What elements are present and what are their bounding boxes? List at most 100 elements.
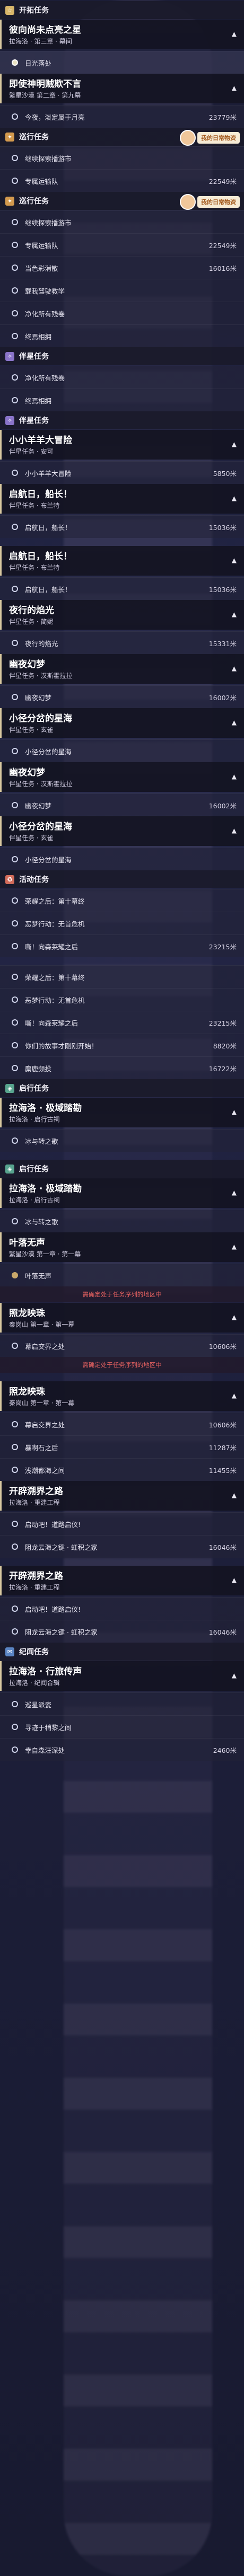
category-header[interactable]: ◈ 启行任务	[0, 1079, 244, 1097]
quest-card[interactable]: 小径分岔的星海 伴星任务 · 玄雀 ▲	[0, 816, 244, 846]
category-label: 纪闻任务	[19, 1648, 49, 1656]
quest-step[interactable]: 荣耀之后：第十幕终	[0, 965, 244, 988]
collapse-chevron-icon[interactable]: ▲	[232, 1243, 237, 1250]
quest-card[interactable]: 幽夜幻梦 伴星任务 · 汉斯霍拉拉 ▲	[0, 762, 244, 792]
quest-step[interactable]: 巡星派瓷	[0, 1692, 244, 1715]
quest-card[interactable]: 小小羊羊大冒险 伴星任务 · 安可 ▲	[0, 430, 244, 460]
step-label: 今夜，淡定属于月亮	[25, 113, 85, 121]
quest-step[interactable]: 恶梦行动：无首危机	[0, 912, 244, 934]
quest-step[interactable]: 幸自森汪深处 2460米	[0, 1738, 244, 1761]
quest-step[interactable]: 继续探索播游市	[0, 210, 244, 233]
quest-card[interactable]: 幽夜幻梦 伴星任务 · 汉斯霍拉拉 ▲	[0, 654, 244, 684]
quest-step[interactable]: 嘶！向森莱耀之后 23215米	[0, 1011, 244, 1034]
quest-card[interactable]: 照龙映珠 秦岗山 第一章 · 第一幕 ▲	[0, 1303, 244, 1333]
quest-step[interactable]: 小径分岔的星海	[0, 848, 244, 870]
quest-step[interactable]: 终焉相拥	[0, 324, 244, 347]
category-header[interactable]: ✧ 伴星任务	[0, 411, 244, 429]
quest-card[interactable]: 彼向尚未点亮之星 拉海洛 · 第三章 · 幕间 ▲	[0, 20, 244, 49]
quest-step[interactable]: 启动吧！道路启仪!	[0, 1597, 244, 1620]
collapse-chevron-icon[interactable]: ▲	[232, 719, 237, 726]
quest-step[interactable]: 夜行的焰光 15331米	[0, 631, 244, 654]
quest-step[interactable]: 幕启交界之处 10606米	[0, 1413, 244, 1435]
category-header[interactable]: ✦ 巡行任务 我的日常物资	[0, 128, 244, 146]
quest-step[interactable]: 寻迹于稍黎之间	[0, 1715, 244, 1738]
collapse-chevron-icon[interactable]: ▲	[232, 1672, 237, 1679]
quest-card[interactable]: 开辟溯界之路 拉海洛 · 重建工程 ▲	[0, 1566, 244, 1595]
collapse-chevron-icon[interactable]: ▲	[232, 1189, 237, 1196]
quest-step[interactable]: 小径分岔的星海	[0, 739, 244, 762]
quest-step[interactable]: 净化所有残卷	[0, 302, 244, 324]
step-distance: 16722米	[208, 1064, 237, 1073]
collapse-chevron-icon[interactable]: ▲	[232, 1492, 237, 1499]
quest-step[interactable]: 专属运输队 22549米	[0, 233, 244, 256]
collapse-chevron-icon[interactable]: ▲	[232, 665, 237, 672]
quest-step[interactable]: 嘶！向森莱耀之后 23215米	[0, 934, 244, 957]
quest-step[interactable]: 日光落处	[0, 51, 244, 74]
step-distance: 16002米	[208, 801, 237, 810]
category-header[interactable]: ◈ 启行任务	[0, 1160, 244, 1178]
quest-card[interactable]: 启航日，船长！ 伴星任务 · 布兰特 ▲	[0, 484, 244, 514]
mission-list[interactable]: ☆ 开拓任务 彼向尚未点亮之星 拉海洛 · 第三章 · 幕间 ▲ 日光落处 即使神明贼欺不言…	[0, 0, 244, 2576]
quest-step[interactable]: 荣耀之后：第十幕终	[0, 889, 244, 912]
collapse-chevron-icon[interactable]: ▲	[232, 773, 237, 780]
step-marker-icon	[12, 113, 18, 120]
quest-step[interactable]: 麋鹿频投 16722米	[0, 1056, 244, 1079]
category-header[interactable]: ☆ 开拓任务	[0, 1, 244, 19]
quest-card[interactable]: 启航日，船长！ 伴星任务 · 布兰特 ▲	[0, 546, 244, 576]
quest-step[interactable]: 幽夜幻梦 16002米	[0, 793, 244, 816]
quest-step[interactable]: 你们的故事才刚刚开始！ 8820米	[0, 1034, 244, 1056]
quest-step[interactable]: 浅潮都海之间 11455米	[0, 1458, 244, 1481]
quest-card[interactable]: 即使神明贼欺不言 繁星沙漠 第二章 · 第九幕 ▲	[0, 74, 244, 103]
quest-step[interactable]: 当色彩消散 16016米	[0, 256, 244, 279]
quest-step[interactable]: 幕启交界之处 10606米	[0, 1334, 244, 1357]
quest-step[interactable]: 专属运输队 22549米	[0, 169, 244, 192]
quest-card[interactable]: 拉海洛 · 行旅传声 拉海洛 · 纪闻合辑 ▲	[0, 1661, 244, 1691]
step-label: 小径分岔的星海	[25, 855, 72, 864]
quest-step[interactable]: 小小羊羊大冒险 5850米	[0, 461, 244, 484]
category-header[interactable]: ✧ 伴星任务	[0, 347, 244, 365]
collapse-chevron-icon[interactable]: ▲	[232, 827, 237, 834]
quest-step[interactable]: 阻龙云海之键 · 虹积之家 16046米	[0, 1620, 244, 1643]
collapse-chevron-icon[interactable]: ▲	[232, 30, 237, 38]
collapse-chevron-icon[interactable]: ▲	[232, 1576, 237, 1584]
quest-step[interactable]: 启航日，船长！ 15036米	[0, 515, 244, 538]
quest-title: 拉海洛 · 行旅传声	[9, 1666, 82, 1677]
quest-step[interactable]: 今夜，淡定属于月亮 23779米	[0, 105, 244, 128]
quest-step[interactable]: 冰与转之歌	[0, 1129, 244, 1152]
collapse-chevron-icon[interactable]: ▲	[232, 495, 237, 502]
supply-reminder[interactable]: 我的日常物资	[180, 194, 240, 210]
quest-card[interactable]: 开辟溯界之路 拉海洛 · 重建工程 ▲	[0, 1481, 244, 1511]
step-label: 继续探索播游市	[25, 218, 72, 227]
quest-card[interactable]: 夜行的焰光 伴星任务 · 简妮 ▲	[0, 600, 244, 630]
quest-step[interactable]: 叶落无声	[0, 1264, 244, 1286]
quest-card[interactable]: 拉海洛 · 极域踏勘 拉海洛 · 启行古祠 ▲	[0, 1098, 244, 1127]
quest-step[interactable]: 阻龙云海之键 · 虹积之家 16046米	[0, 1535, 244, 1558]
quest-card[interactable]: 拉海洛 · 极域踏勘 拉海洛 · 启行古祠 ▲	[0, 1178, 244, 1208]
quest-step[interactable]: 暴啊石之后 11287米	[0, 1435, 244, 1458]
category-header[interactable]: ✦ 巡行任务 我的日常物资	[0, 192, 244, 210]
category-header[interactable]: ✪ 活动任务	[0, 870, 244, 888]
collapse-chevron-icon[interactable]: ▲	[232, 1313, 237, 1321]
quest-card[interactable]: 照龙映珠 秦岗山 第一章 · 第一幕 ▲	[0, 1381, 244, 1411]
quest-step[interactable]: 幽夜幻梦 16002米	[0, 685, 244, 708]
collapse-chevron-icon[interactable]: ▲	[232, 440, 237, 448]
quest-step[interactable]: 启动吧！道路启仪!	[0, 1512, 244, 1535]
supply-reminder[interactable]: 我的日常物资	[180, 130, 240, 146]
quest-card[interactable]: 叶落无声 繁星沙漠 第一章 · 第一幕 ▲	[0, 1232, 244, 1262]
category-header[interactable]: ✉ 纪闻任务	[0, 1643, 244, 1661]
quest-step[interactable]: 继续探索播游市	[0, 146, 244, 169]
collapse-chevron-icon[interactable]: ▲	[232, 557, 237, 564]
quest-step[interactable]: 冰与转之歌	[0, 1210, 244, 1232]
quest-step[interactable]: 载我驾驶教学	[0, 279, 244, 302]
quest-step[interactable]: 终焉相拥	[0, 389, 244, 411]
quest-step[interactable]: 启航日，船长！ 15036米	[0, 577, 244, 600]
collapse-chevron-icon[interactable]: ▲	[232, 611, 237, 618]
quest-step[interactable]: 净化所有残卷	[0, 366, 244, 389]
collapse-chevron-icon[interactable]: ▲	[232, 1392, 237, 1399]
step-label: 暴啊石之后	[25, 1443, 58, 1452]
quest-card[interactable]: 小径分岔的星海 伴星任务 · 玄雀 ▲	[0, 708, 244, 738]
quest-step[interactable]: 恶梦行动：无首危机	[0, 988, 244, 1011]
step-marker-icon	[12, 1746, 18, 1753]
collapse-chevron-icon[interactable]: ▲	[232, 84, 237, 92]
collapse-chevron-icon[interactable]: ▲	[232, 1108, 237, 1116]
